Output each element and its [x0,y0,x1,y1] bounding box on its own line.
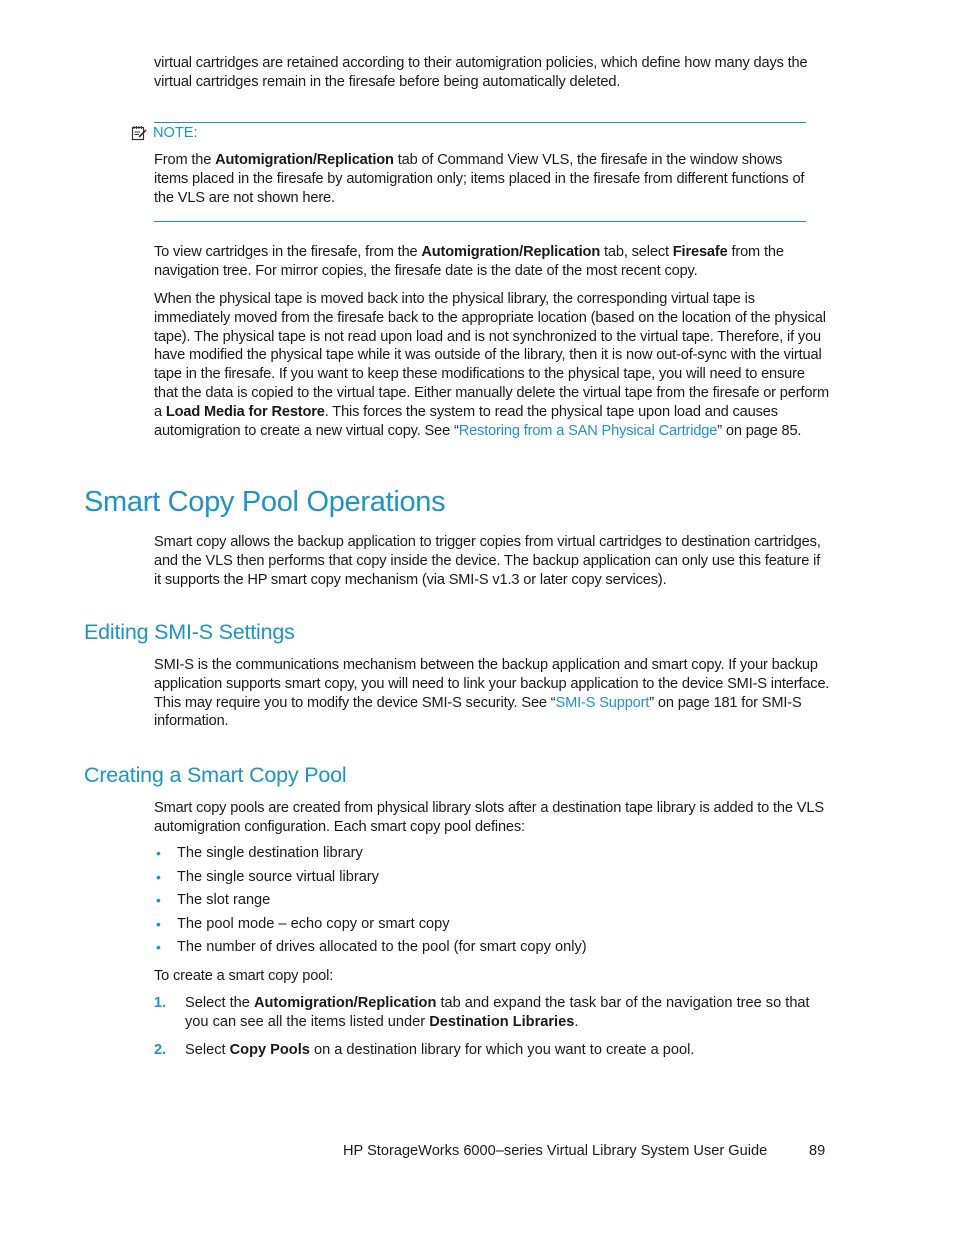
link-smis-support[interactable]: SMI-S Support [556,695,650,711]
step-item: 1. Select the Automigration/Replication t… [154,995,810,1030]
bullet-icon: • [156,845,161,861]
pool-paragraph: Smart copy pools are created from physic… [154,800,824,835]
list-item: • The slot range [156,892,271,908]
note-text: From the Automigration/Replication tab o… [154,152,805,206]
section-heading: Smart Copy Pool Operations [84,486,446,518]
list-item: • The pool mode – echo copy or smart copy [156,915,450,932]
step-number: 1. [154,995,167,1011]
list-item: • The single source virtual library [156,868,379,885]
bullet-icon: • [156,892,161,908]
bullet-icon: • [156,939,161,955]
note-bottom-rule [154,221,806,222]
step-number: 2. [154,1041,167,1058]
note-label: NOTE: [153,125,198,141]
page-footer: HP StorageWorks 6000–series Virtual Libr… [343,1143,825,1159]
intro-paragraph: virtual cartridges are retained accordin… [154,55,808,90]
steps-intro: To create a smart copy pool: [154,968,334,984]
steps-list: 1. Select the Automigration/Replication t… [154,994,830,1068]
smis-paragraph: SMI-S is the communications mechanism be… [154,657,830,730]
note-header: NOTE: [131,125,198,141]
link-restoring-from-san[interactable]: Restoring from a SAN Physical Cartridge [459,423,718,439]
pool-definition-list: • The single destination library • The sin… [154,843,587,961]
firesafe-paragraph: To view cartridges in the firesafe, from… [154,244,784,279]
page-number: 89 [809,1143,826,1159]
note-top-rule [154,122,806,123]
list-item: • The single destination library [156,845,363,861]
step-item: 2. Select Copy Pools on a destination lib… [154,1041,695,1058]
subsection-heading-pool: Creating a Smart Copy Pool [84,763,347,787]
bullet-icon: • [156,915,161,932]
note-bold-term: Automigration/Replication [215,152,394,168]
section-paragraph: Smart copy allows the backup application… [154,534,821,588]
physical-tape-paragraph: When the physical tape is moved back int… [154,291,830,439]
subsection-heading-smis: Editing SMI-S Settings [84,620,295,644]
footer-title: HP StorageWorks 6000–series Virtual Libr… [343,1143,768,1159]
bullet-icon: • [156,868,161,885]
note-pad-icon [131,125,147,141]
list-item: • The number of drives allocated to the p… [156,939,587,955]
